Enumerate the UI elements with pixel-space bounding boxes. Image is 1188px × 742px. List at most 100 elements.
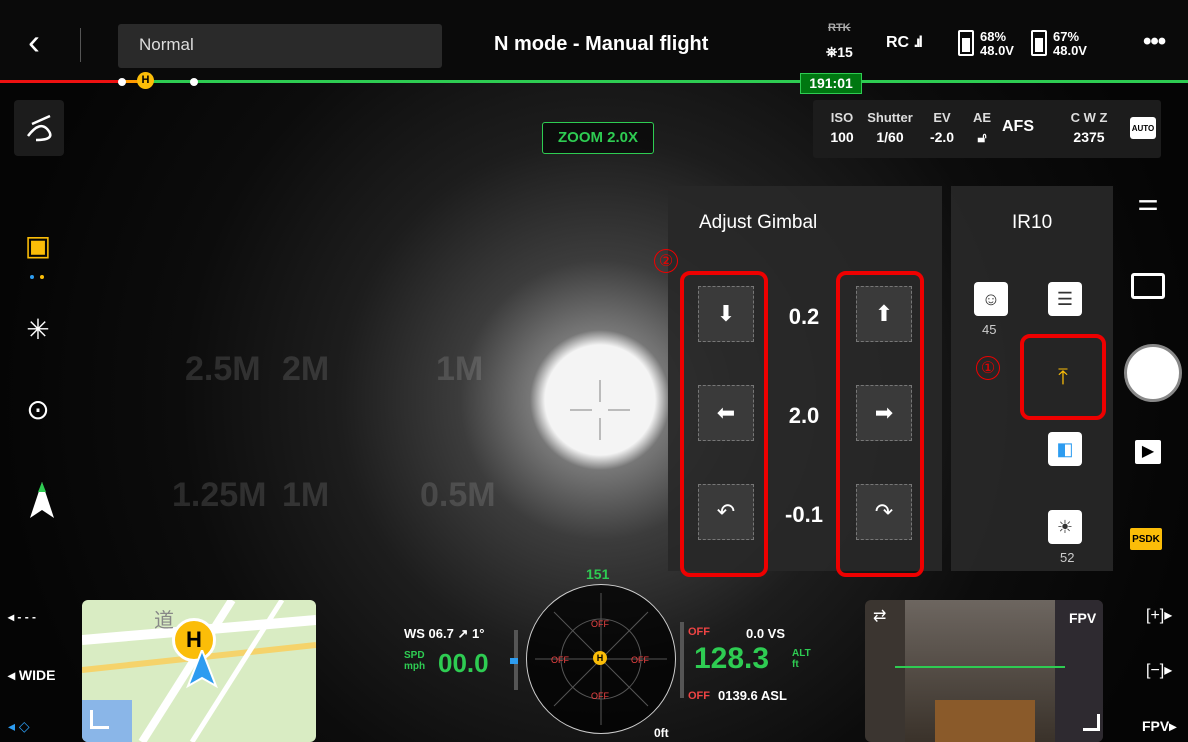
distance-mark: 1M xyxy=(282,476,330,514)
compass-off-label: OFF xyxy=(631,655,649,665)
distance-mark: 2.5M xyxy=(185,350,261,388)
zoom-in-button[interactable]: [+]▸ xyxy=(1146,605,1172,625)
rotate-right-icon: ↷ xyxy=(874,499,894,524)
white-balance[interactable]: C W Z 2375 xyxy=(1056,110,1122,145)
wide-lens-toggle[interactable]: ◂ WIDE xyxy=(8,667,55,684)
satellite-count[interactable]: ⛯15 xyxy=(826,44,853,61)
settings-sliders-icon[interactable]: ⚌ xyxy=(1128,188,1168,217)
compass-home-icon: H xyxy=(593,651,607,665)
crosshair-icon xyxy=(570,380,630,440)
shutter-value: 1/60 xyxy=(876,129,904,145)
iso-label: ISO xyxy=(830,110,854,125)
battery-1-voltage: 48.0V xyxy=(980,43,1014,58)
fpv-switch-label: FPV xyxy=(1142,718,1170,734)
ae-label: AE xyxy=(972,110,992,125)
ev-setting[interactable]: EV -2.0 xyxy=(924,110,960,145)
arrow-down-icon: ⬇ xyxy=(716,301,736,326)
ir10-title: IR10 xyxy=(1012,212,1053,233)
battery-1[interactable]: 68% 48.0V xyxy=(980,30,1014,58)
satellite-count-value: 15 xyxy=(837,44,853,60)
gimbal-yaw-left-button[interactable]: ⬅ xyxy=(698,385,754,441)
vs-off-label: OFF xyxy=(688,626,710,638)
expand-fpv-icon[interactable] xyxy=(1083,714,1100,731)
battery-1-percent: 68% xyxy=(980,29,1007,44)
swap-view-icon[interactable]: ⇄ xyxy=(873,606,886,626)
caret-right-icon: ▸ xyxy=(1169,718,1177,734)
road-label: 道 xyxy=(154,610,174,632)
lighting-icon[interactable]: ✳ xyxy=(20,312,56,348)
wind-speed: WS 06.7 ↗ 1° xyxy=(404,626,484,642)
fpv-switch[interactable]: FPV▸ xyxy=(1142,718,1176,735)
distance-mark: 1.25M xyxy=(172,476,267,514)
gimbal-pitch-down-button[interactable]: ⬇ xyxy=(698,286,754,342)
rtk-status[interactable]: RTK xyxy=(828,22,851,34)
info-list-icon[interactable]: ☰ xyxy=(1048,282,1082,316)
brightness-value: 52 xyxy=(1060,550,1075,565)
zoom-indicator: ZOOM 2.0X xyxy=(542,122,654,154)
arrow-left-icon: ⬅ xyxy=(716,400,736,425)
ae-lock[interactable]: AE 🔓︎ xyxy=(968,110,996,146)
fpv-floor xyxy=(935,700,1035,742)
fpv-horizon-line xyxy=(895,666,1065,668)
gimbal-roll-left-button[interactable]: ↶ xyxy=(698,484,754,540)
expand-map-icon[interactable] xyxy=(90,710,109,729)
speed-unit-value: mph xyxy=(404,661,426,672)
more-icon[interactable]: ••• xyxy=(1143,28,1166,56)
gimbal-pitch-up-button[interactable]: ⬆ xyxy=(856,286,912,342)
ev-value: -2.0 xyxy=(929,129,955,145)
home-distance: 0ft xyxy=(654,726,669,740)
gimbal-roll-right-button[interactable]: ↷ xyxy=(856,484,912,540)
light-mode-icon[interactable]: ◧ xyxy=(1048,432,1082,466)
rotate-left-icon: ↶ xyxy=(716,499,736,524)
rc-signal[interactable]: RC .ıl xyxy=(886,34,923,52)
navigation-arrow-icon[interactable] xyxy=(26,478,66,533)
adjust-gimbal-icon[interactable]: ⤒ xyxy=(1046,360,1080,394)
back-icon[interactable]: ‹ xyxy=(28,24,40,60)
face-detect-icon[interactable]: ☺ xyxy=(974,282,1008,316)
dash-label: - - - xyxy=(17,610,37,624)
shutter-setting[interactable]: Shutter 1/60 xyxy=(864,110,916,145)
iso-setting[interactable]: ISO 100 xyxy=(824,110,860,145)
gimbal-yaw-right-button[interactable]: ➡ xyxy=(856,385,912,441)
rc-label: RC xyxy=(886,34,910,51)
fpv-label: FPV xyxy=(1069,610,1097,626)
route-button[interactable] xyxy=(14,100,64,156)
caret-left-icon: ◂ xyxy=(8,667,19,683)
left-rail-dash[interactable]: ◂ - - - xyxy=(8,610,36,624)
divider xyxy=(80,28,81,62)
caret-right-icon: ▸ xyxy=(1164,607,1173,624)
caret-right-icon: ▸ xyxy=(1164,662,1173,679)
distance-mark: 2M xyxy=(282,350,330,388)
wind-speed-value: WS 06.7 xyxy=(404,626,454,641)
speed-unit: SPD mph xyxy=(404,650,425,672)
playback-icon[interactable]: ▶ xyxy=(1128,440,1168,464)
focus-mode[interactable]: AFS xyxy=(1002,118,1034,136)
target-icon[interactable]: ⊙ xyxy=(20,392,56,428)
timeline-marker xyxy=(118,78,126,86)
mode-selector-label: Normal xyxy=(139,35,194,54)
white-balance-label: C W Z xyxy=(1070,110,1108,125)
zoom-out-label: [−] xyxy=(1146,662,1165,679)
altitude-unit: ALT ft xyxy=(792,648,811,670)
minimap[interactable]: 道 H xyxy=(82,600,316,742)
home-marker-icon: H xyxy=(137,72,154,89)
satellite-icon: ⛯ xyxy=(826,44,838,60)
altitude-scale xyxy=(680,622,684,698)
zoom-out-button[interactable]: [−]▸ xyxy=(1146,660,1172,680)
psdk-button[interactable]: PSDK xyxy=(1130,528,1162,550)
brightness-icon[interactable]: ☀ xyxy=(1048,510,1082,544)
zoom-in-label: [+] xyxy=(1146,607,1165,624)
fpv-view[interactable]: ⇄ FPV xyxy=(865,600,1103,742)
camera-mode-icon[interactable]: ▣ xyxy=(20,228,56,264)
shutter-button[interactable] xyxy=(1124,344,1182,402)
wind-angle: 1° xyxy=(472,626,485,641)
timeline-marker xyxy=(190,78,198,86)
map-layers-icon[interactable]: ◂ ◇ xyxy=(8,718,30,735)
gimbal-roll-value: -0.1 xyxy=(785,502,823,527)
altitude-unit-value: ft xyxy=(792,659,799,670)
display-mode-icon[interactable] xyxy=(1131,273,1165,299)
battery-2[interactable]: 67% 48.0V xyxy=(1053,30,1087,58)
wide-label: WIDE xyxy=(18,667,56,683)
camera-auto-icon[interactable]: AUTO xyxy=(1130,117,1156,139)
timeline-critical xyxy=(0,80,120,83)
